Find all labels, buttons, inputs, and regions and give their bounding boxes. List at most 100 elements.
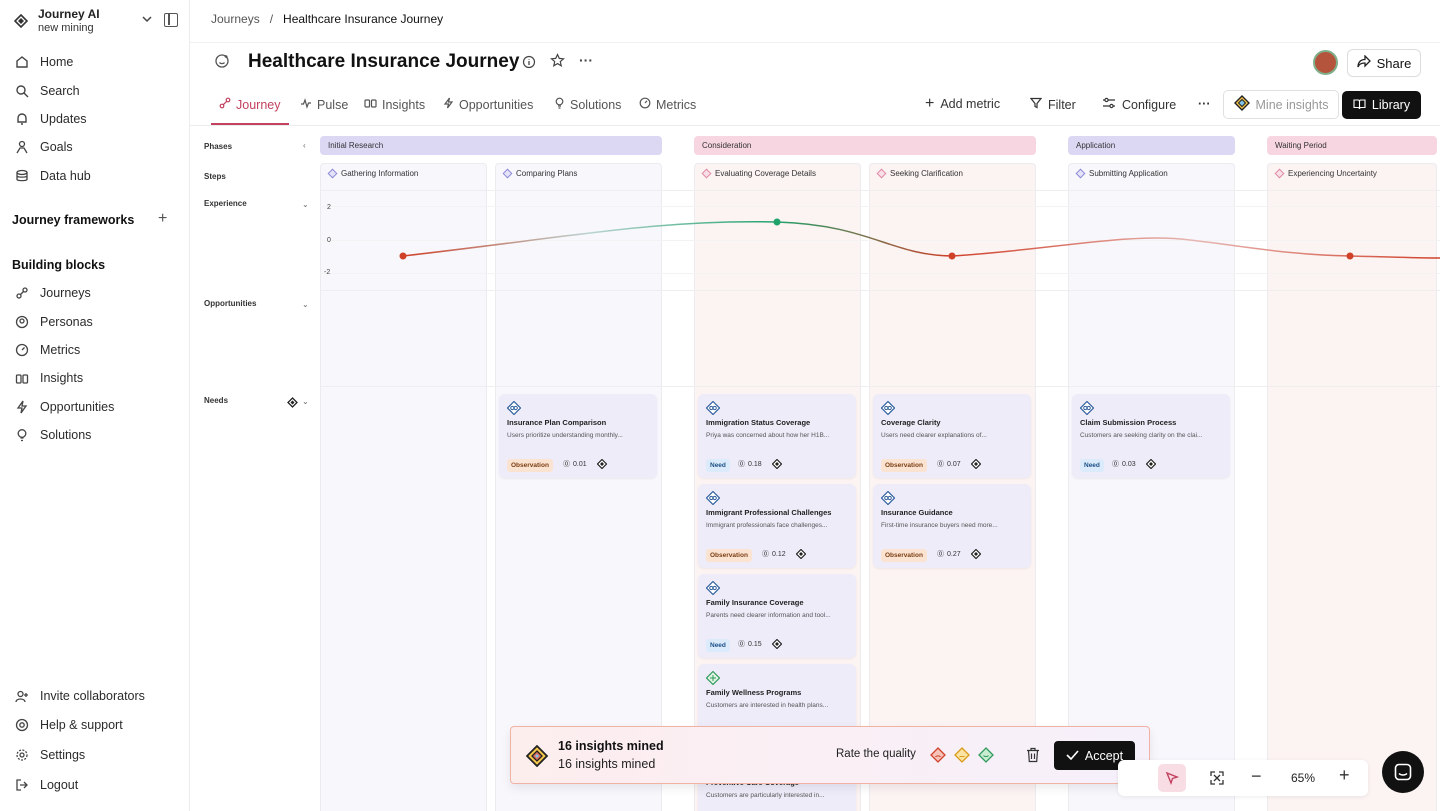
insight-card[interactable]: Insurance Guidance First-time insurance … — [873, 484, 1031, 568]
need-badge-icon — [706, 491, 720, 505]
title-row: Healthcare Insurance Journey ··· Share — [190, 42, 1440, 84]
fit-screen-icon[interactable] — [1210, 771, 1224, 785]
mine-diamond-icon[interactable] — [971, 549, 981, 559]
nav-data-hub[interactable]: Data hub — [12, 164, 91, 188]
nav-invite[interactable]: Invite collaborators — [12, 684, 145, 708]
tab-pulse[interactable]: Pulse — [300, 97, 348, 112]
nav-journeys[interactable]: Journeys — [12, 281, 91, 305]
book-icon — [1353, 98, 1366, 113]
mine-diamond-icon[interactable] — [796, 549, 806, 559]
select-tool-button[interactable] — [1158, 764, 1186, 792]
tab-solutions[interactable]: Solutions — [554, 97, 621, 112]
card-title: Coverage Clarity — [881, 418, 941, 427]
filter-button[interactable]: Filter — [1029, 97, 1076, 112]
home-icon — [12, 52, 32, 72]
nav-help-label: Help & support — [40, 718, 123, 732]
nav-opportunities-label: Opportunities — [40, 400, 115, 414]
mine-needs-icon[interactable] — [287, 395, 298, 413]
insight-card[interactable]: Claim Submission Process Customers are s… — [1072, 394, 1230, 478]
mine-diamond-icon[interactable] — [772, 459, 782, 469]
library-button[interactable]: Library — [1342, 91, 1421, 119]
card-score: ⓪ 0.27 — [937, 549, 961, 559]
rating-bad-icon[interactable] — [930, 747, 946, 763]
insight-card[interactable]: Immigration Status Coverage Priya was co… — [698, 394, 856, 478]
card-tag: Observation — [881, 549, 927, 562]
mine-diamond-icon[interactable] — [772, 639, 782, 649]
workspace-switcher[interactable]: Journey AI new mining — [12, 6, 182, 36]
mine-insights-button[interactable]: Mine insights — [1223, 90, 1339, 119]
breadcrumb: Journeys / Healthcare Insurance Journey — [211, 12, 443, 26]
need-badge-icon — [706, 581, 720, 595]
nav-metrics[interactable]: Metrics — [12, 338, 80, 362]
nav-home-label: Home — [40, 55, 74, 69]
insights-mined-banner: 16 insights mined 16 insights mined Rate… — [510, 726, 1150, 784]
metrics-icon — [12, 340, 32, 360]
experience-point — [1346, 252, 1354, 260]
insight-card[interactable]: Insurance Plan Comparison Users prioriti… — [499, 394, 657, 478]
accept-label: Accept — [1084, 748, 1124, 763]
star-icon[interactable] — [550, 53, 565, 71]
nav-solutions-label: Solutions — [40, 428, 92, 442]
card-score-value: 0.03 — [1122, 460, 1136, 468]
tab-journey[interactable]: Journey — [219, 97, 280, 112]
breadcrumb-root[interactable]: Journeys — [211, 12, 260, 26]
mine-diamond-icon[interactable] — [1146, 459, 1156, 469]
card-description: Customers are particularly interested in… — [706, 792, 825, 799]
card-score: ⓪ 0.12 — [762, 549, 786, 559]
opportunity-badge-icon — [706, 671, 720, 685]
tab-insights-label: Insights — [382, 97, 426, 112]
tab-insights[interactable]: Insights — [364, 97, 425, 112]
configure-label: Configure — [1122, 97, 1177, 112]
journey-emoji-icon[interactable] — [214, 53, 230, 74]
rating-good-icon[interactable] — [978, 747, 994, 763]
mine-diamond-icon[interactable] — [597, 459, 607, 469]
chevron-down-icon[interactable]: ⌄ — [302, 397, 309, 406]
info-icon[interactable] — [522, 55, 536, 72]
zoom-in-icon[interactable]: + — [1339, 765, 1350, 786]
nav-insights[interactable]: Insights — [12, 366, 83, 390]
nav-settings[interactable]: Settings — [12, 743, 85, 767]
share-button[interactable]: Share — [1347, 49, 1421, 77]
nav-help[interactable]: Help & support — [12, 713, 123, 737]
mine-diamond-icon[interactable] — [971, 459, 981, 469]
journey-canvas[interactable]: Phases ‹ Steps Experience ⌄ Opportunitie… — [190, 127, 1440, 811]
card-score-value: 0.18 — [748, 460, 762, 468]
nav-updates[interactable]: Updates — [12, 107, 87, 131]
card-title: Family Insurance Coverage — [706, 598, 804, 607]
nav-home[interactable]: Home — [12, 50, 73, 74]
card-title: Insurance Plan Comparison — [507, 418, 607, 427]
add-framework-icon[interactable]: + — [158, 210, 167, 228]
more-options-icon[interactable]: ··· — [579, 52, 593, 68]
tab-opportunities[interactable]: Opportunities — [443, 97, 533, 112]
insight-card[interactable]: Family Insurance Coverage Parents need c… — [698, 574, 856, 658]
curve-segment — [951, 237, 1440, 259]
journey-frameworks-title: Journey frameworks — [12, 213, 135, 227]
nav-logout[interactable]: Logout — [12, 773, 78, 797]
card-score-value: 0.12 — [772, 550, 786, 558]
add-metric-button[interactable]: + Add metric — [925, 96, 1000, 112]
nav-goals[interactable]: Goals — [12, 135, 73, 159]
pulse-icon — [300, 97, 312, 112]
avatar[interactable] — [1313, 50, 1338, 75]
nav-opportunities[interactable]: Opportunities — [12, 395, 114, 419]
score-icon: ⓪ — [762, 551, 769, 558]
insight-card[interactable]: Immigrant Professional Challenges Immigr… — [698, 484, 856, 568]
card-tag: Need — [706, 459, 730, 472]
trash-icon[interactable] — [1026, 747, 1040, 763]
configure-button[interactable]: Configure — [1102, 97, 1176, 112]
bolt-icon — [443, 97, 454, 112]
zoom-out-icon[interactable]: − — [1251, 766, 1262, 787]
row-label-needs: Needs — [204, 396, 229, 405]
sidebar-collapse-icon[interactable] — [164, 13, 178, 27]
nav-solutions[interactable]: Solutions — [12, 423, 91, 447]
nav-search[interactable]: Search — [12, 79, 80, 103]
more-tools-icon[interactable]: ··· — [1198, 97, 1211, 111]
bell-icon — [12, 109, 32, 129]
chevron-down-icon[interactable] — [142, 15, 152, 26]
tab-metrics[interactable]: Metrics — [639, 97, 696, 112]
nav-personas[interactable]: Personas — [12, 310, 93, 334]
chat-launcher-button[interactable] — [1382, 751, 1424, 793]
rating-neutral-icon[interactable] — [954, 747, 970, 763]
rate-quality-label: Rate the quality — [836, 748, 916, 760]
insight-card[interactable]: Coverage Clarity Users need clearer expl… — [873, 394, 1031, 478]
